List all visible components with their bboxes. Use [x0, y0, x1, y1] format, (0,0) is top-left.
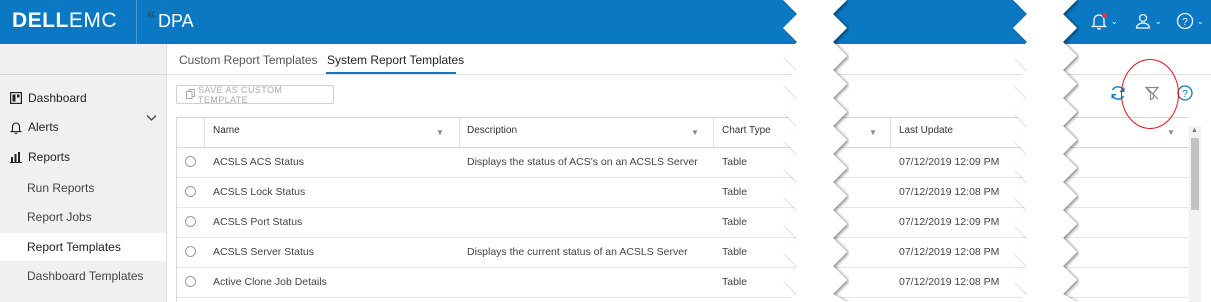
cell-last-update: 07/12/2019 12:08 PM — [899, 246, 1000, 258]
cell-chart-type: Table — [722, 246, 748, 258]
cell-chart-type: Table — [722, 156, 748, 168]
cell-description: Displays the current status of an ACSLS … — [467, 246, 688, 258]
user-icon — [1134, 12, 1152, 30]
torn-edge-gap — [1013, 0, 1077, 302]
tab-system-report-templates[interactable]: System Report Templates — [327, 53, 464, 67]
filter-icon[interactable]: ▼ — [436, 128, 444, 137]
bar-chart-icon — [10, 151, 22, 163]
row-select-radio[interactable] — [185, 276, 196, 287]
sidebar-item-report-jobs[interactable]: Report Jobs — [0, 203, 166, 231]
sidebar-item-dashboard[interactable]: Dashboard — [10, 91, 87, 105]
scroll-up-arrow[interactable]: ▲ — [1191, 127, 1198, 134]
filter-icon[interactable]: ▼ — [1167, 128, 1175, 137]
svg-text:?: ? — [1182, 89, 1188, 100]
svg-text:?: ? — [1182, 17, 1188, 28]
cell-name: ACSLS Port Status — [213, 216, 303, 228]
cell-description: Displays the status of ACS's on an ACSLS… — [467, 156, 698, 168]
torn-edge-gap — [783, 0, 847, 302]
sidebar-item-report-templates[interactable]: Report Templates — [0, 233, 166, 261]
sidebar-item-label: Dashboard — [28, 91, 87, 105]
user-menu-button[interactable]: ⌄ — [1134, 10, 1162, 32]
sidebar-divider — [0, 74, 166, 75]
cell-chart-type: Table — [722, 186, 748, 198]
notification-badge — [1102, 13, 1107, 18]
column-header-description[interactable]: Description — [467, 125, 517, 136]
cell-name: ACSLS Server Status — [213, 246, 314, 258]
filter-icon[interactable]: ▼ — [691, 128, 699, 137]
help-menu-button[interactable]: ? ⌄ — [1176, 10, 1204, 32]
filter-icon[interactable]: ▼ — [869, 128, 877, 137]
highlight-circle-annotation — [1121, 59, 1179, 129]
sidebar-item-run-reports[interactable]: Run Reports — [0, 174, 166, 202]
cell-last-update: 07/12/2019 12:08 PM — [899, 186, 1000, 198]
row-select-radio[interactable] — [185, 156, 196, 167]
cell-name: ACSLS Lock Status — [213, 186, 306, 198]
scrollbar-thumb[interactable] — [1191, 138, 1199, 210]
bell-icon — [1090, 12, 1108, 30]
cell-name: ACSLS ACS Status — [213, 156, 305, 168]
chevron-down-icon: ⌄ — [1197, 16, 1204, 26]
column-divider — [890, 118, 891, 147]
chevron-down-icon: ⌄ — [1155, 16, 1162, 26]
help-icon: ? — [1176, 12, 1194, 30]
dell-emc-logo: DELLEMC — [12, 9, 117, 32]
bell-icon — [10, 121, 22, 134]
save-as-custom-template-button[interactable]: SAVE AS CUSTOM TEMPLATE — [176, 84, 334, 105]
column-divider — [459, 118, 460, 147]
row-select-radio[interactable] — [185, 246, 196, 257]
tab-custom-report-templates[interactable]: Custom Report Templates — [179, 53, 318, 67]
collapse-sidebar-button[interactable]: « — [147, 5, 155, 22]
sidebar-item-label: Alerts — [28, 120, 59, 134]
save-as-custom-template-label: SAVE AS CUSTOM TEMPLATE — [198, 84, 283, 105]
cell-chart-type: Table — [722, 276, 748, 288]
chevron-down-icon: ⌄ — [1111, 16, 1118, 26]
copy-icon — [186, 88, 195, 101]
cell-last-update: 07/12/2019 12:08 PM — [899, 276, 1000, 288]
product-name: DPA — [158, 11, 194, 31]
cell-last-update: 07/12/2019 12:09 PM — [899, 156, 1000, 168]
cell-chart-type: Table — [722, 216, 748, 228]
sidebar-item-dashboard-templates[interactable]: Dashboard Templates — [0, 262, 166, 290]
sidebar-item-reports[interactable]: Reports — [10, 150, 70, 164]
cell-name: Active Clone Job Details — [213, 276, 327, 288]
column-header-chart-type[interactable]: Chart Type — [722, 125, 771, 136]
dashboard-icon — [10, 92, 22, 104]
row-select-radio[interactable] — [185, 216, 196, 227]
header-divider — [136, 0, 137, 44]
column-divider — [713, 118, 714, 147]
column-header-last-update[interactable]: Last Update — [899, 125, 953, 136]
notifications-button[interactable]: ⌄ — [1090, 10, 1118, 32]
active-tab-indicator — [326, 72, 456, 74]
column-divider — [204, 118, 205, 147]
row-select-radio[interactable] — [185, 186, 196, 197]
chevron-down-icon[interactable] — [146, 109, 157, 127]
sidebar-item-label: Reports — [28, 150, 71, 164]
column-header-name[interactable]: Name — [213, 125, 240, 136]
cell-last-update: 07/12/2019 12:09 PM — [899, 216, 1000, 228]
sidebar-item-alerts[interactable]: Alerts — [10, 120, 59, 134]
